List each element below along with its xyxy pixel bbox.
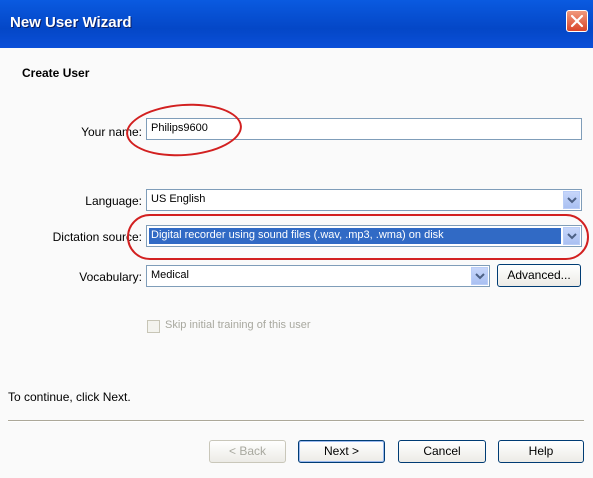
cancel-button[interactable]: Cancel	[398, 440, 486, 463]
title-bar[interactable]: New User Wizard	[0, 0, 593, 48]
name-label: Your name:	[81, 125, 142, 139]
vocabulary-value: Medical	[151, 269, 189, 281]
page-heading: Create User	[22, 66, 90, 80]
skip-training-checkbox[interactable]	[147, 320, 160, 333]
language-dropdown-button[interactable]	[563, 191, 580, 209]
continue-instruction: To continue, click Next.	[8, 390, 131, 404]
language-select[interactable]: US English	[146, 189, 582, 211]
annotation-circle	[124, 100, 244, 160]
chevron-down-icon	[567, 197, 577, 204]
language-label: Language:	[85, 194, 142, 208]
button-separator	[8, 420, 584, 422]
advanced-button[interactable]: Advanced...	[497, 264, 581, 287]
close-button[interactable]	[566, 10, 588, 32]
window-title: New User Wizard	[10, 14, 132, 31]
wizard-window: New User Wizard Create User Your name: P…	[0, 0, 593, 478]
vocabulary-label: Vocabulary:	[79, 270, 142, 284]
vocabulary-dropdown-button[interactable]	[471, 267, 488, 285]
close-icon	[570, 14, 584, 28]
back-button[interactable]: < Back	[209, 440, 286, 463]
language-value: US English	[151, 193, 206, 205]
skip-training-label: Skip initial training of this user	[165, 319, 311, 331]
help-button[interactable]: Help	[498, 440, 584, 463]
wizard-body: Create User Your name: Philips9600 Langu…	[0, 48, 593, 478]
next-button[interactable]: Next >	[298, 440, 385, 463]
dictation-source-label: Dictation source:	[52, 230, 142, 244]
annotation-circle	[127, 214, 589, 260]
vocabulary-select[interactable]: Medical	[146, 265, 490, 287]
chevron-down-icon	[475, 273, 485, 280]
